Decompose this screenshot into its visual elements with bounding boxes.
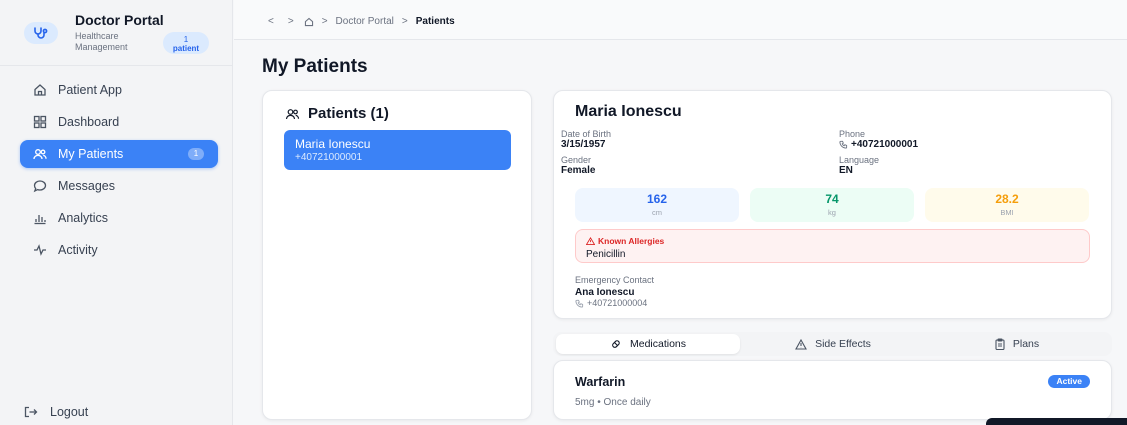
patient-list-item[interactable]: Maria Ionescu +40721000001	[284, 130, 511, 170]
allergies-alert: Known Allergies Penicillin	[575, 229, 1090, 263]
allergies-value: Penicillin	[586, 249, 626, 260]
height-stat: 162 cm	[575, 188, 739, 222]
patients-panel-title: Patients (1)	[285, 105, 389, 122]
grid-icon	[32, 114, 48, 130]
logout-icon	[24, 406, 38, 418]
breadcrumb-section[interactable]: Doctor Portal	[336, 16, 394, 27]
detail-tabs: Medications Side Effects Plans	[553, 332, 1112, 356]
breadcrumb: < > > Doctor Portal > Patients	[268, 16, 463, 27]
sidebar-item-analytics[interactable]: Analytics	[20, 204, 218, 232]
gender-field: Gender Female	[561, 155, 595, 176]
logout-button[interactable]: Logout	[24, 405, 88, 419]
emergency-contact-phone-row: +40721000004	[575, 298, 654, 308]
stethoscope-icon	[24, 22, 58, 44]
sidebar-item-activity[interactable]: Activity	[20, 236, 218, 264]
forward-button[interactable]: >	[288, 16, 294, 27]
emergency-contact-phone: +40721000004	[587, 298, 648, 308]
status-badge: Active	[1048, 375, 1090, 388]
sidebar-item-label: My Patients	[58, 147, 124, 161]
sidebar-item-dashboard[interactable]: Dashboard	[20, 108, 218, 136]
brand-header: Doctor Portal Healthcare Management 1 pa…	[0, 0, 233, 66]
users-icon	[32, 146, 48, 162]
phone-label: Phone	[839, 129, 866, 139]
weight-unit: kg	[828, 208, 836, 217]
language-label: Language	[839, 155, 880, 165]
pill-icon	[610, 338, 622, 350]
sidebar-item-my-patients[interactable]: My Patients 1	[20, 140, 218, 168]
phone-value: +40721000001	[851, 139, 919, 150]
breadcrumb-current: Patients	[415, 16, 455, 27]
users-icon	[285, 107, 300, 121]
patient-detail-name: Maria Ionescu	[575, 103, 682, 120]
sidebar-item-messages[interactable]: Messages	[20, 172, 218, 200]
emergency-contact-name: Ana Ionescu	[575, 287, 635, 298]
height-unit: cm	[652, 208, 662, 217]
bmi-value: 28.2	[995, 192, 1019, 206]
warning-triangle-icon	[586, 237, 595, 245]
activity-pulse-icon	[32, 242, 48, 258]
tab-label: Plans	[1012, 338, 1040, 350]
patient-count-badge-number: 1	[183, 35, 189, 44]
sidebar-item-count: 1	[188, 148, 204, 160]
sidebar-item-label: Dashboard	[58, 115, 120, 129]
phone-icon	[839, 140, 848, 149]
back-button[interactable]: <	[268, 16, 274, 27]
warning-triangle-icon	[795, 338, 808, 350]
tab-plans[interactable]: Plans	[925, 334, 1109, 354]
page-title: My Patients	[262, 56, 368, 77]
tab-label: Medications	[629, 338, 687, 350]
phone-value-row: +40721000001	[839, 139, 918, 150]
brand-subtitle: Healthcare Management	[75, 31, 128, 52]
language-field: Language EN	[839, 155, 879, 176]
gender-value: Female	[561, 165, 596, 176]
allergies-title: Known Allergies	[586, 236, 1079, 246]
medication-name: Warfarin	[575, 375, 626, 389]
phone-icon	[575, 299, 584, 308]
sidebar-item-patient-app[interactable]: Patient App	[20, 76, 218, 104]
bar-chart-icon	[32, 210, 48, 226]
home-icon	[32, 82, 48, 98]
tab-medications[interactable]: Medications	[556, 334, 740, 354]
dob-value: 3/15/1957	[561, 139, 606, 150]
patient-name: Maria Ionescu	[295, 137, 371, 151]
emergency-contact-label: Emergency Contact	[575, 275, 655, 285]
allergies-label: Known Allergies	[598, 236, 665, 246]
brand-title: Doctor Portal	[75, 12, 164, 28]
medication-card[interactable]: Warfarin 5mg • Once daily Active	[553, 360, 1112, 420]
sidebar-item-label: Patient App	[58, 83, 122, 97]
height-value: 162	[646, 192, 668, 206]
sidebar-item-label: Activity	[58, 243, 98, 257]
emergency-contact: Emergency Contact Ana Ionescu +407210000…	[575, 275, 654, 308]
top-bar: < > > Doctor Portal > Patients	[234, 0, 1127, 40]
phone-field: Phone +40721000001	[839, 129, 918, 150]
patient-count-badge: 1 patient	[163, 32, 209, 54]
tab-side-effects[interactable]: Side Effects	[741, 334, 925, 354]
tab-label: Side Effects	[815, 338, 871, 350]
bmi-stat: 28.2 BMI	[925, 188, 1089, 222]
weight-stat: 74 kg	[750, 188, 914, 222]
home-icon[interactable]	[304, 17, 314, 27]
bmi-unit: BMI	[1000, 208, 1014, 217]
weight-value: 74	[825, 192, 839, 206]
sidebar-item-label: Analytics	[58, 211, 109, 225]
breadcrumb-separator: >	[401, 16, 408, 27]
logout-label: Logout	[50, 405, 89, 419]
language-value: EN	[839, 165, 853, 176]
gender-label: Gender	[561, 155, 592, 165]
overlay-bar	[986, 418, 1127, 425]
patient-count-badge-label: patient	[172, 44, 200, 53]
dob-label: Date of Birth	[561, 129, 612, 139]
patients-panel-title-text: Patients (1)	[308, 105, 389, 122]
chat-bubble-icon	[32, 178, 48, 194]
sidebar: Doctor Portal Healthcare Management 1 pa…	[0, 0, 233, 425]
patient-detail-card: Maria Ionescu Date of Birth 3/15/1957 Ph…	[553, 90, 1112, 319]
breadcrumb-separator: >	[321, 16, 328, 27]
clipboard-icon	[995, 338, 1005, 350]
dob-field: Date of Birth 3/15/1957	[561, 129, 611, 150]
medication-dose: 5mg • Once daily	[575, 397, 651, 408]
sidebar-item-label: Messages	[58, 179, 115, 193]
patients-panel: Patients (1) Maria Ionescu +40721000001	[262, 90, 532, 420]
patient-phone: +40721000001	[295, 152, 363, 163]
